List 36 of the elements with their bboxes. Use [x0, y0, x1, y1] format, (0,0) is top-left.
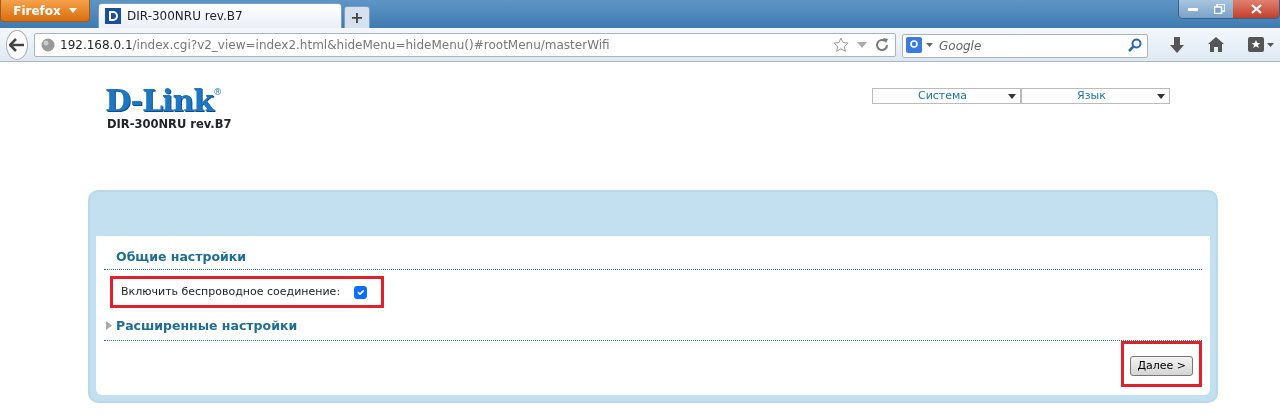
home-icon[interactable]: [1208, 37, 1224, 52]
search-icon[interactable]: [1128, 37, 1142, 52]
globe-icon: [41, 37, 55, 52]
close-icon: [1250, 4, 1262, 14]
minimize-icon: [1187, 7, 1198, 11]
back-button[interactable]: [6, 29, 28, 60]
caret-icon: [1008, 93, 1016, 99]
url-text: 192.168.0.1/index.cgi?v2_view=index2.html&hideMenu=hideMenu()#rootMenu/masterWifi: [60, 36, 610, 54]
restore-button[interactable]: [1206, 0, 1233, 18]
caret-icon: [68, 8, 77, 13]
field-label: Включить беспроводное соединение:: [121, 283, 341, 300]
close-button[interactable]: [1233, 0, 1279, 18]
star-icon[interactable]: [833, 36, 849, 53]
browser-tab[interactable]: DIR-300NRU rev.B7: [98, 3, 342, 28]
section-title[interactable]: Расширенные настройки: [116, 316, 298, 336]
next-button[interactable]: Далее >: [1130, 355, 1193, 376]
registered-mark: ®: [213, 86, 223, 97]
back-arrow-icon: [9, 37, 25, 52]
menu-dropdown[interactable]: Система: [872, 88, 1021, 104]
reload-icon[interactable]: [875, 37, 889, 52]
minimize-button[interactable]: [1179, 0, 1206, 18]
section-title: Общие настройки: [116, 248, 247, 266]
model-name: DIR-300NRU rev.B7: [107, 116, 232, 133]
favicon-icon: [105, 8, 121, 24]
caret-icon: [1157, 93, 1165, 99]
dropdown-icon[interactable]: [926, 42, 933, 47]
logo-text: D-Link: [105, 86, 214, 116]
address-bar[interactable]: 192.168.0.1/index.cgi?v2_view=index2.html&hideMenu=hideMenu()#rootMenu/masterWifi: [34, 32, 896, 57]
search-field[interactable]: Google: [902, 33, 1148, 58]
checkbox[interactable]: [354, 285, 368, 299]
menu-dropdown[interactable]: Язык: [1021, 88, 1170, 104]
bookmarks-icon[interactable]: [1248, 37, 1274, 52]
restore-icon: [1214, 4, 1225, 14]
download-icon[interactable]: [1170, 36, 1184, 53]
expand-arrow-icon[interactable]: [106, 321, 112, 331]
new-tab-button[interactable]: +: [344, 6, 370, 28]
